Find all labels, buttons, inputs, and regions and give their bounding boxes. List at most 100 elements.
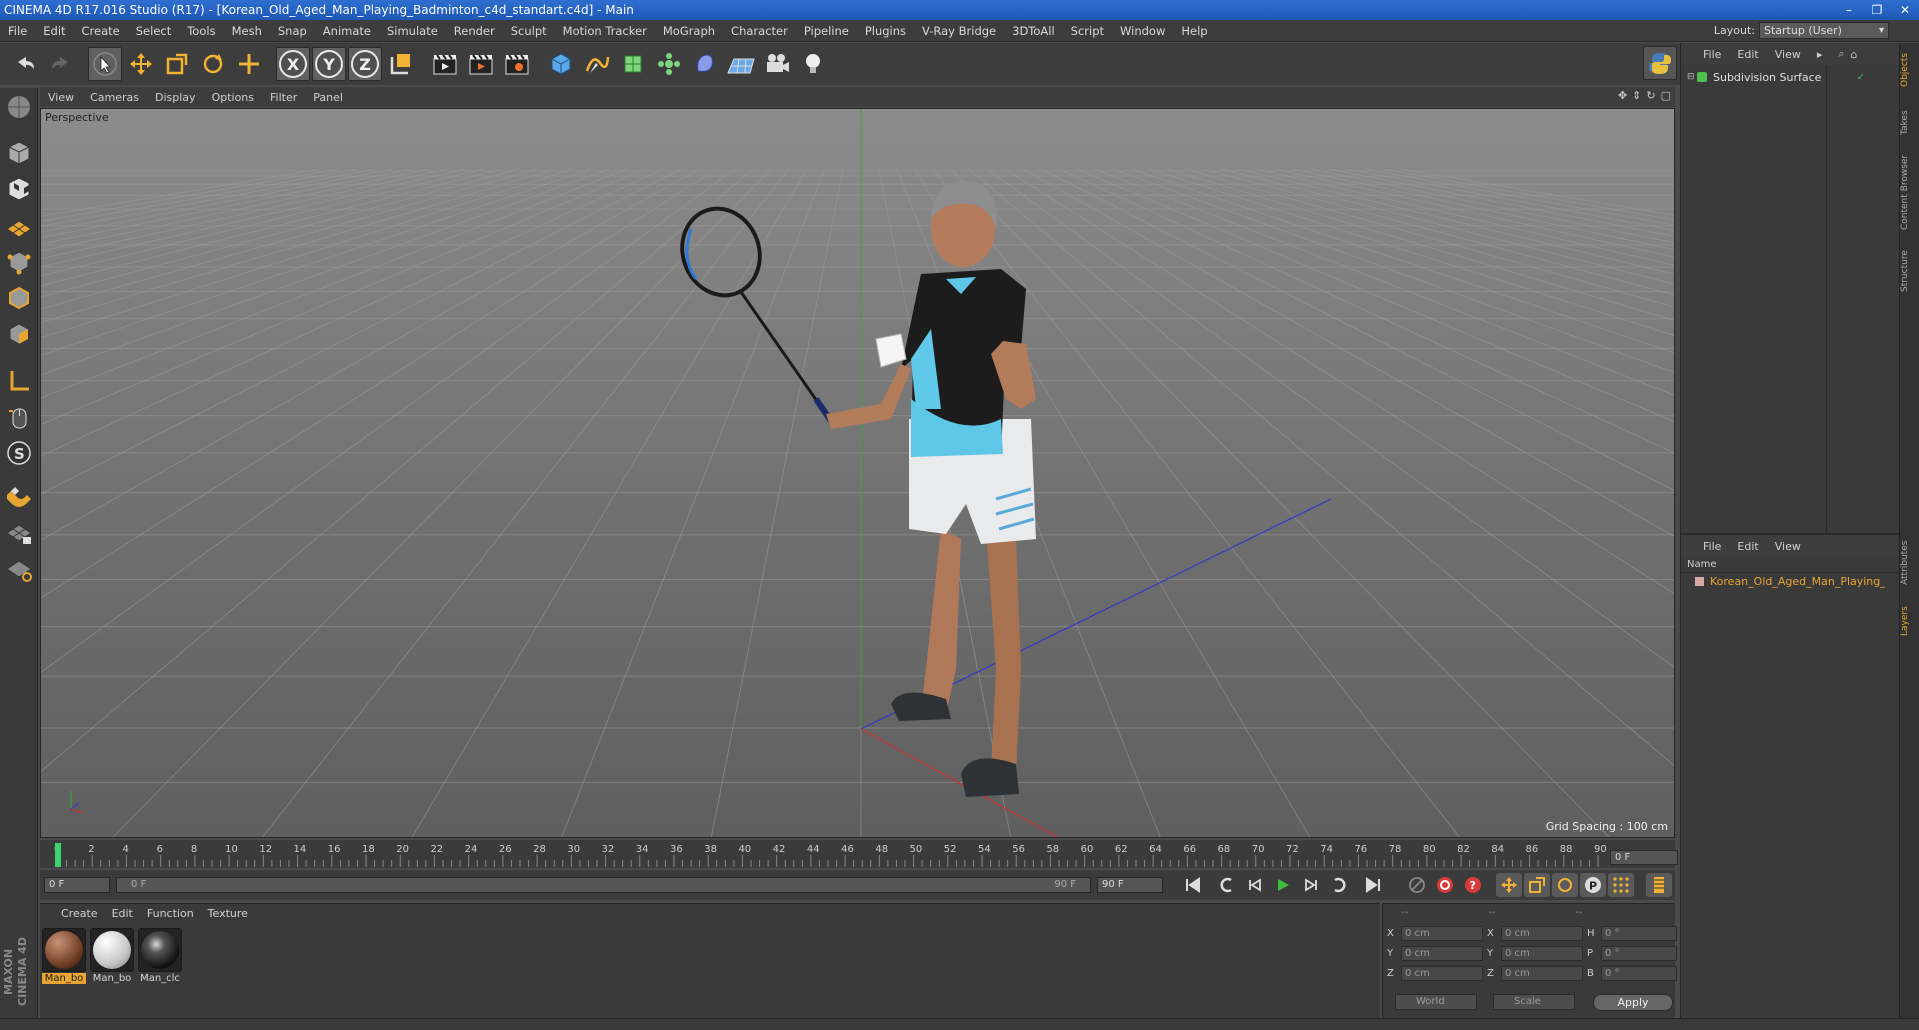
close-icon[interactable]: ✕	[1891, 0, 1919, 20]
add-floor-button[interactable]	[724, 47, 758, 81]
material-menu-function[interactable]: Function	[140, 907, 201, 920]
tab-structure[interactable]: Structure	[1900, 241, 1919, 301]
visibility-check-icon[interactable]: ✓	[1857, 72, 1865, 83]
mode-points-button[interactable]	[2, 244, 36, 278]
add-camera-button[interactable]	[760, 47, 794, 81]
live-select-button[interactable]	[88, 47, 122, 81]
objects-menu-file[interactable]: File	[1695, 48, 1729, 61]
menu-mograph[interactable]: MoGraph	[655, 20, 723, 42]
play-forward-button[interactable]	[1270, 873, 1296, 897]
menu-render[interactable]: Render	[446, 20, 503, 42]
layers-menu-view[interactable]: View	[1767, 540, 1809, 553]
timeline-ruler[interactable]: 0246810121416182022242628303234363840424…	[40, 840, 1675, 868]
mode-model-button[interactable]	[2, 136, 36, 170]
move-button[interactable]	[124, 47, 158, 81]
go-to-end-button[interactable]	[1360, 873, 1386, 897]
tab-content-browser[interactable]: Content Browser	[1900, 147, 1919, 237]
menu-pipeline[interactable]: Pipeline	[796, 20, 857, 42]
layer-row[interactable]: Korean_Old_Aged_Man_Playing_B	[1681, 573, 1900, 590]
key-scale-button[interactable]	[1524, 873, 1550, 897]
mode-workplane-button[interactable]	[2, 208, 36, 242]
tweak-mode-button[interactable]	[2, 400, 36, 434]
material-menu-texture[interactable]: Texture	[201, 907, 255, 920]
layout-dropdown[interactable]: Startup (User)	[1759, 22, 1889, 39]
render-picture-viewer-button[interactable]	[464, 47, 498, 81]
maximize-view-icon[interactable]: ▢	[1661, 89, 1671, 102]
recent-tool-button[interactable]	[232, 47, 266, 81]
tab-takes[interactable]: Takes	[1900, 103, 1919, 143]
axis-mode-button[interactable]	[2, 364, 36, 398]
layers-menu-edit[interactable]: Edit	[1729, 540, 1766, 553]
key-position-button[interactable]	[1496, 873, 1522, 897]
coordinate-system-dropdown[interactable]: World	[1395, 994, 1477, 1010]
dolly-view-icon[interactable]: ⇕	[1632, 89, 1641, 102]
snap-settings-button[interactable]: S	[2, 436, 36, 470]
menu-tools[interactable]: Tools	[179, 20, 223, 42]
menu-select[interactable]: Select	[128, 20, 179, 42]
rotation-b-field[interactable]: 0 °	[1601, 966, 1677, 981]
tab-layers[interactable]: Layers	[1900, 599, 1919, 643]
menu-motion-tracker[interactable]: Motion Tracker	[555, 20, 655, 42]
add-generator-button[interactable]	[616, 47, 650, 81]
y-axis-button[interactable]: Y	[312, 47, 346, 81]
object-row[interactable]: ⊟ Subdivision Surface ✓	[1681, 68, 1899, 86]
material-menu-edit[interactable]: Edit	[105, 907, 140, 920]
position-x-field[interactable]: 0 cm	[1401, 926, 1483, 941]
size-z-field[interactable]: 0 cm	[1501, 966, 1583, 981]
objects-menu-more-icon[interactable]: ▸	[1809, 48, 1831, 61]
autokeying-button[interactable]: ?	[1460, 873, 1486, 897]
search-icon[interactable]: ⌕	[1838, 47, 1844, 61]
tab-objects[interactable]: Objects	[1900, 47, 1919, 93]
go-to-start-button[interactable]	[1180, 873, 1206, 897]
enable-snap-button[interactable]	[2, 480, 36, 514]
add-spline-button[interactable]	[580, 47, 614, 81]
record-active-objects-button[interactable]	[1432, 873, 1458, 897]
motion-record-button[interactable]	[1404, 873, 1430, 897]
objects-menu-view[interactable]: View	[1767, 48, 1809, 61]
menu-help[interactable]: Help	[1173, 20, 1215, 42]
preview-range-slider[interactable]: 0 F 90 F	[116, 877, 1091, 893]
menu-sculpt[interactable]: Sculpt	[503, 20, 555, 42]
end-frame-field[interactable]: 90 F	[1097, 877, 1163, 893]
viewport-menu-view[interactable]: View	[40, 91, 82, 104]
add-array-button[interactable]	[652, 47, 686, 81]
menu-file[interactable]: File	[0, 20, 35, 42]
size-mode-dropdown[interactable]: Scale	[1493, 994, 1575, 1010]
locked-workplane-button[interactable]	[2, 516, 36, 550]
menu-3dtoall[interactable]: 3DToAll	[1004, 20, 1063, 42]
pan-view-icon[interactable]: ✥	[1618, 89, 1627, 102]
python-button[interactable]	[1643, 46, 1677, 80]
render-view-button[interactable]	[428, 47, 462, 81]
home-icon[interactable]: ⌂	[1851, 48, 1858, 61]
menu-window[interactable]: Window	[1112, 20, 1173, 42]
menu-animate[interactable]: Animate	[315, 20, 379, 42]
planar-workplane-button[interactable]	[2, 552, 36, 586]
menu-snap[interactable]: Snap	[270, 20, 315, 42]
rotate-view-icon[interactable]: ↻	[1646, 89, 1655, 102]
key-rotation-button[interactable]	[1552, 873, 1578, 897]
menu-plugins[interactable]: Plugins	[857, 20, 914, 42]
menu-vray-bridge[interactable]: V-Ray Bridge	[914, 20, 1004, 42]
perspective-viewport[interactable]: Perspective Grid Spacing : 100 cm	[40, 108, 1675, 838]
start-frame-field[interactable]: 0 F	[44, 877, 110, 893]
objects-menu-edit[interactable]: Edit	[1729, 48, 1766, 61]
add-deformer-button[interactable]	[688, 47, 722, 81]
mode-make-editable-button[interactable]	[2, 90, 36, 124]
current-frame-field[interactable]: 0 F	[1610, 850, 1678, 865]
layers-menu-file[interactable]: File	[1695, 540, 1729, 553]
minimize-icon[interactable]: –	[1835, 0, 1863, 20]
rotation-h-field[interactable]: 0 °	[1601, 926, 1677, 941]
z-axis-button[interactable]: Z	[348, 47, 382, 81]
viewport-menu-cameras[interactable]: Cameras	[82, 91, 147, 104]
mode-texture-button[interactable]	[2, 172, 36, 206]
key-parameter-button[interactable]: P	[1580, 873, 1606, 897]
material-swatch[interactable]: Man_bo	[90, 928, 134, 984]
menu-mesh[interactable]: Mesh	[224, 20, 270, 42]
rotate-button[interactable]	[196, 47, 230, 81]
scale-button[interactable]	[160, 47, 194, 81]
undo-button[interactable]	[8, 47, 42, 81]
add-cube-button[interactable]	[544, 47, 578, 81]
menu-edit[interactable]: Edit	[35, 20, 73, 42]
menu-script[interactable]: Script	[1063, 20, 1112, 42]
viewport-menu-panel[interactable]: Panel	[305, 91, 351, 104]
